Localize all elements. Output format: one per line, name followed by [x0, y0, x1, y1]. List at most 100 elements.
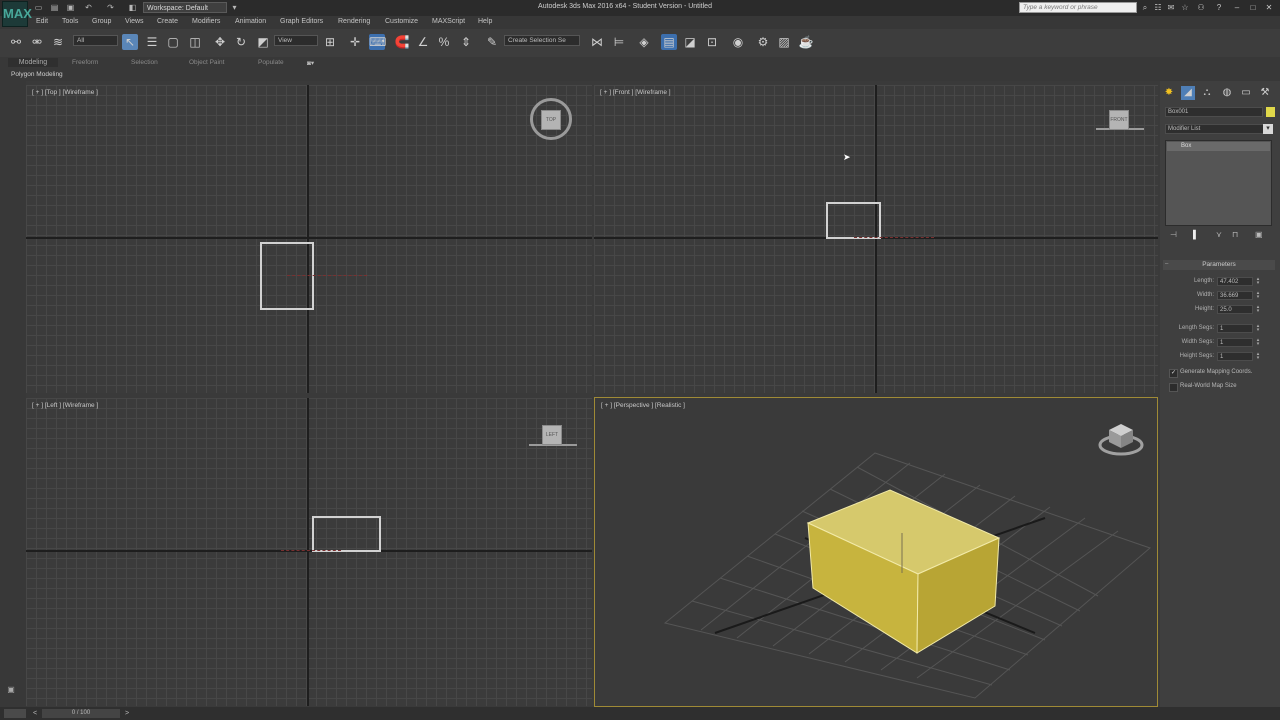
render-setup-icon[interactable]: ⚙	[755, 34, 771, 50]
unlink-icon[interactable]: ⚮	[29, 34, 45, 50]
redo-icon[interactable]: ↷	[106, 3, 115, 12]
parameters-rollout-header[interactable]: Parameters	[1163, 260, 1275, 270]
show-end-result-icon[interactable]: ▌	[1193, 230, 1199, 239]
close-icon[interactable]: ✕	[1264, 3, 1274, 13]
reference-coord-dropdown[interactable]: View	[274, 35, 318, 46]
param-width-segs-spinner[interactable]: ▴ ▾	[1255, 338, 1261, 347]
make-unique-icon[interactable]: ⋎	[1216, 230, 1222, 239]
box-object-top[interactable]	[260, 242, 314, 310]
named-selection-dropdown[interactable]: Create Selection Se	[504, 35, 580, 46]
rectangular-selection-icon[interactable]: ▢	[165, 34, 181, 50]
param-height-segs-input[interactable]: 1	[1217, 352, 1253, 361]
time-slider[interactable]: 0 / 100	[42, 709, 120, 718]
ribbon-options-icon[interactable]: ◙▾	[307, 59, 314, 67]
schematic-view-icon[interactable]: ⊡	[704, 34, 720, 50]
subscription-icon[interactable]: ☷	[1153, 3, 1163, 13]
real-world-map-checkbox[interactable]	[1169, 383, 1178, 392]
param-height-segs-spinner[interactable]: ▴ ▾	[1255, 352, 1261, 361]
curve-editor-icon[interactable]: ◪	[682, 34, 698, 50]
menu-maxscript[interactable]: MAXScript	[432, 18, 465, 25]
favorites-icon[interactable]: ☆	[1180, 3, 1190, 13]
viewport-left[interactable]: LEFT [ + ] [Left ] [Wireframe ]	[26, 398, 592, 706]
menu-edit[interactable]: Edit	[36, 18, 48, 25]
viewport-label-left[interactable]: [ + ] [Left ] [Wireframe ]	[32, 402, 98, 409]
chevron-down-icon[interactable]: ▾	[230, 3, 239, 12]
menu-views[interactable]: Views	[125, 18, 144, 25]
material-editor-icon[interactable]: ◉	[730, 34, 746, 50]
menu-animation[interactable]: Animation	[235, 18, 266, 25]
object-color-swatch[interactable]	[1266, 107, 1275, 117]
binoculars-icon[interactable]: ⌕	[1140, 3, 1150, 13]
param-length-segs-spinner[interactable]: ▴ ▾	[1255, 324, 1261, 333]
time-slider-prev[interactable]: <	[30, 709, 40, 718]
generate-mapping-checkbox[interactable]: ✓	[1169, 369, 1178, 378]
toggle-ribbon-icon[interactable]: ▤	[661, 34, 677, 50]
param-height-spinner[interactable]: ▴ ▾	[1255, 305, 1261, 314]
spinner-snap-icon[interactable]: ⇕	[458, 34, 474, 50]
viewport-perspective[interactable]: [ + ] [Perspective ] [Realistic ]	[594, 397, 1158, 707]
rollout-collapse-icon[interactable]: –	[1165, 261, 1168, 267]
tab-modeling[interactable]: Modeling	[8, 58, 58, 67]
menu-group[interactable]: Group	[92, 18, 111, 25]
maximize-icon[interactable]: □	[1248, 3, 1258, 13]
layer-explorer-icon[interactable]: ◈	[636, 34, 652, 50]
param-length-segs-input[interactable]: 1	[1217, 324, 1253, 333]
percent-snap-icon[interactable]: %	[436, 34, 452, 50]
select-object-icon[interactable]: ↖	[122, 34, 138, 50]
undo-icon[interactable]: ↶	[84, 3, 93, 12]
edit-named-selection-icon[interactable]: ✎	[484, 34, 500, 50]
move-icon[interactable]: ✥	[212, 34, 228, 50]
utilities-tab-icon[interactable]: ⚒	[1258, 86, 1272, 100]
configure-sets-icon[interactable]: ▣	[1255, 230, 1263, 239]
polygon-modeling-label[interactable]: Polygon Modeling	[11, 71, 63, 78]
render-production-icon[interactable]: ☕	[798, 34, 814, 50]
param-width-spinner[interactable]: ▴ ▾	[1255, 291, 1261, 300]
selection-filter-dropdown[interactable]: All	[73, 35, 118, 46]
timeline-toggle[interactable]	[4, 709, 26, 718]
new-file-icon[interactable]: ▭	[34, 3, 43, 12]
keyboard-shortcut-toggle-icon[interactable]: ⌨	[369, 34, 386, 50]
param-height-input[interactable]: 25.0	[1217, 305, 1253, 314]
tab-object-paint[interactable]: Object Paint	[189, 59, 224, 66]
menu-create[interactable]: Create	[157, 18, 178, 25]
scale-icon[interactable]: ◩	[255, 34, 271, 50]
window-crossing-icon[interactable]: ◫	[187, 34, 203, 50]
viewport-label-perspective[interactable]: [ + ] [Perspective ] [Realistic ]	[601, 402, 685, 409]
app-logo[interactable]: MAX	[2, 1, 32, 27]
box-object-left[interactable]	[312, 516, 381, 552]
modifier-stack[interactable]	[1165, 140, 1272, 226]
pin-stack-icon[interactable]: ⊣	[1170, 230, 1177, 239]
select-manipulate-icon[interactable]: ✛	[347, 34, 363, 50]
menu-customize[interactable]: Customize	[385, 18, 418, 25]
sign-in-icon[interactable]: ⚇	[1196, 3, 1206, 13]
help-icon[interactable]: ?	[1214, 3, 1224, 13]
object-name-field[interactable]: Box001	[1165, 107, 1263, 117]
viewcube-perspective[interactable]	[1098, 424, 1144, 456]
viewport-front[interactable]: FRONT ➤ [ + ] [Front ] [Wireframe ]	[594, 85, 1158, 393]
param-width-input[interactable]: 36.669	[1217, 291, 1253, 300]
tab-freeform[interactable]: Freeform	[72, 59, 98, 66]
rendered-frame-window-icon[interactable]: ▨	[776, 34, 792, 50]
box-object-perspective[interactable]	[806, 489, 1001, 654]
mirror-icon[interactable]: ⋈	[589, 34, 605, 50]
create-tab-icon[interactable]: ✸	[1162, 86, 1176, 100]
viewcube-left[interactable]: LEFT	[542, 425, 562, 445]
menu-graph-editors[interactable]: Graph Editors	[280, 18, 323, 25]
viewport-label-front[interactable]: [ + ] [Front ] [Wireframe ]	[600, 89, 671, 96]
modify-tab-icon[interactable]: ◢	[1181, 86, 1195, 100]
viewcube-top[interactable]: TOP	[541, 110, 561, 130]
open-file-icon[interactable]: ▤	[50, 3, 59, 12]
menu-help[interactable]: Help	[478, 18, 492, 25]
rotate-icon[interactable]: ↻	[233, 34, 249, 50]
menu-rendering[interactable]: Rendering	[338, 18, 370, 25]
workspace-dropdown[interactable]: Workspace: Default	[143, 2, 227, 13]
stack-item-box[interactable]: Box	[1167, 142, 1270, 151]
viewport-top[interactable]: TOP [ + ] [Top ] [Wireframe ]	[26, 85, 592, 393]
viewport-label-top[interactable]: [ + ] [Top ] [Wireframe ]	[32, 89, 98, 96]
remove-modifier-icon[interactable]: ⊓	[1232, 230, 1238, 239]
communication-icon[interactable]: ✉	[1166, 3, 1176, 13]
project-folder-icon[interactable]: ◧	[128, 3, 137, 12]
bind-space-warp-icon[interactable]: ≋	[50, 34, 66, 50]
select-by-name-icon[interactable]: ☰	[144, 34, 160, 50]
param-length-input[interactable]: 47.402	[1217, 277, 1253, 286]
